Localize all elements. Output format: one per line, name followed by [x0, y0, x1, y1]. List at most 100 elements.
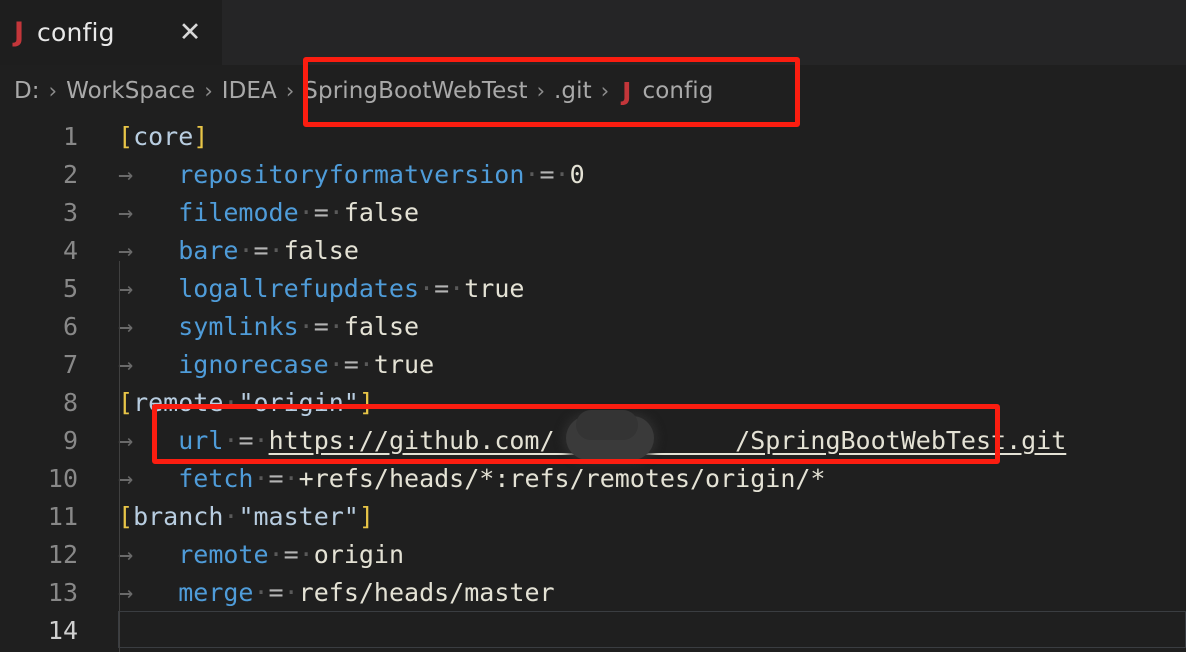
line-number: 11 — [47, 501, 78, 531]
code-line[interactable]: 12 → remote·=·origin — [0, 535, 1186, 573]
token-dot: · — [283, 463, 299, 493]
token-dot: · — [238, 235, 254, 265]
token-tab: → — [118, 159, 134, 189]
token-key: repositoryformatversion — [178, 159, 525, 189]
code-text[interactable]: → bare·=·false — [118, 236, 1186, 265]
code-text[interactable]: → ignorecase·=·true — [118, 350, 1186, 379]
token-tab: → — [118, 463, 134, 493]
code-editor[interactable]: 1 [core] 2 → repositoryformatversion·=·0 3 → … — [0, 117, 1186, 652]
code-text[interactable]: [core] — [118, 122, 1186, 151]
breadcrumb-item-git[interactable]: .git — [554, 78, 592, 104]
token-dot: · — [253, 463, 269, 493]
token-key: url — [178, 425, 224, 455]
code-text[interactable]: → symlinks·=·false — [118, 312, 1186, 341]
token-dot: · — [298, 311, 314, 341]
token-bracket: [ — [118, 121, 134, 151]
breadcrumb-item-springbootwebtest[interactable]: SpringBootWebTest — [303, 78, 527, 104]
token-bracket: ] — [358, 501, 374, 531]
code-line[interactable]: 10 → fetch·=·+refs/heads/*:refs/remotes/o… — [0, 459, 1186, 497]
line-number: 2 — [62, 159, 78, 189]
line-number: 8 — [62, 387, 78, 417]
code-line[interactable]: 11 [branch·"master"] — [0, 497, 1186, 535]
token-bracket: [ — [118, 387, 134, 417]
token-op: = — [268, 577, 284, 607]
token-val: false — [343, 197, 420, 227]
token-tab: → — [118, 273, 134, 303]
token-dot: · — [328, 349, 344, 379]
code-line[interactable]: 1 [core] — [0, 117, 1186, 155]
breadcrumb-item-idea[interactable]: IDEA — [222, 78, 277, 104]
code-line[interactable]: 7 → ignorecase·=·true — [0, 345, 1186, 383]
code-line[interactable]: 5 → logallrefupdates·=·true — [0, 269, 1186, 307]
token-section: remote — [133, 387, 224, 417]
token-section: "origin" — [238, 387, 359, 417]
line-number: 13 — [47, 577, 78, 607]
code-line[interactable]: 2 → repositoryformatversion·=·0 — [0, 155, 1186, 193]
token-val: false — [343, 311, 420, 341]
line-number: 4 — [62, 235, 78, 265]
token-tab: → — [118, 235, 134, 265]
token-dot: · — [253, 425, 269, 455]
code-text[interactable]: → remote·=·origin — [118, 540, 1186, 569]
token-val: +refs/heads/*:refs/remotes/origin/* — [298, 463, 826, 493]
token-dot: · — [449, 273, 465, 303]
token-key: fetch — [178, 463, 254, 493]
code-line[interactable]: 13 → merge·=·refs/heads/master — [0, 573, 1186, 611]
code-line[interactable]: 4 → bare·=·false — [0, 231, 1186, 269]
code-lines: 1 [core] 2 → repositoryformatversion·=·0 3 → … — [0, 117, 1186, 649]
username-redaction-blob — [566, 410, 654, 460]
close-icon[interactable]: ✕ — [175, 18, 205, 48]
code-text[interactable]: → repositoryformatversion·=·0 — [118, 160, 1186, 189]
token-dot: · — [223, 501, 239, 531]
token-dot: · — [283, 577, 299, 607]
token-link[interactable]: https://github.com/ /SpringBootWebTest.g… — [269, 426, 1067, 455]
code-text[interactable]: → filemode·=·false — [118, 198, 1186, 227]
token-key: merge — [178, 577, 254, 607]
indent-guide — [119, 261, 120, 652]
token-tab: → — [118, 577, 134, 607]
token-key: ignorecase — [178, 349, 329, 379]
line-number: 14 — [47, 615, 78, 645]
token-key: remote — [178, 539, 269, 569]
token-val: origin — [313, 539, 405, 569]
breadcrumb-item-workspace[interactable]: WorkSpace — [66, 78, 195, 104]
token-dot: · — [253, 577, 269, 607]
breadcrumb-item-config[interactable]: config — [642, 78, 713, 104]
line-number: 1 — [62, 121, 78, 151]
code-line[interactable]: 14 — [0, 611, 1186, 649]
tab-config[interactable]: J config ✕ — [0, 0, 222, 65]
code-text[interactable]: → merge·=·refs/heads/master — [118, 578, 1186, 607]
token-section: core — [133, 121, 194, 151]
code-line[interactable]: 3 → filemode·=·false — [0, 193, 1186, 231]
token-dot: · — [328, 197, 344, 227]
code-line[interactable]: 6 → symlinks·=·false — [0, 307, 1186, 345]
token-op: = — [343, 349, 359, 379]
token-tab: → — [118, 425, 134, 455]
token-op: = — [313, 197, 329, 227]
token-key: symlinks — [178, 311, 299, 341]
token-op: = — [253, 235, 269, 265]
breadcrumb: D: › WorkSpace › IDEA › SpringBootWebTes… — [0, 65, 1186, 117]
token-key: logallrefupdates — [178, 273, 420, 303]
line-number: 9 — [62, 425, 78, 455]
breadcrumb-item-drive[interactable]: D: — [14, 78, 40, 104]
code-text[interactable]: → fetch·=·+refs/heads/*:refs/remotes/ori… — [118, 464, 1186, 493]
line-number: 7 — [62, 349, 78, 379]
code-text[interactable]: → logallrefupdates·=·true — [118, 274, 1186, 303]
token-op: = — [283, 539, 299, 569]
jetbrains-file-icon: J — [14, 17, 25, 48]
code-text[interactable]: [remote·"origin"] — [118, 388, 1186, 417]
token-dot: · — [298, 539, 314, 569]
token-dot: · — [223, 425, 239, 455]
token-dot: · — [358, 349, 374, 379]
code-text[interactable]: [branch·"master"] — [118, 502, 1186, 531]
token-op: = — [539, 159, 555, 189]
active-line-indicator — [118, 611, 1186, 648]
